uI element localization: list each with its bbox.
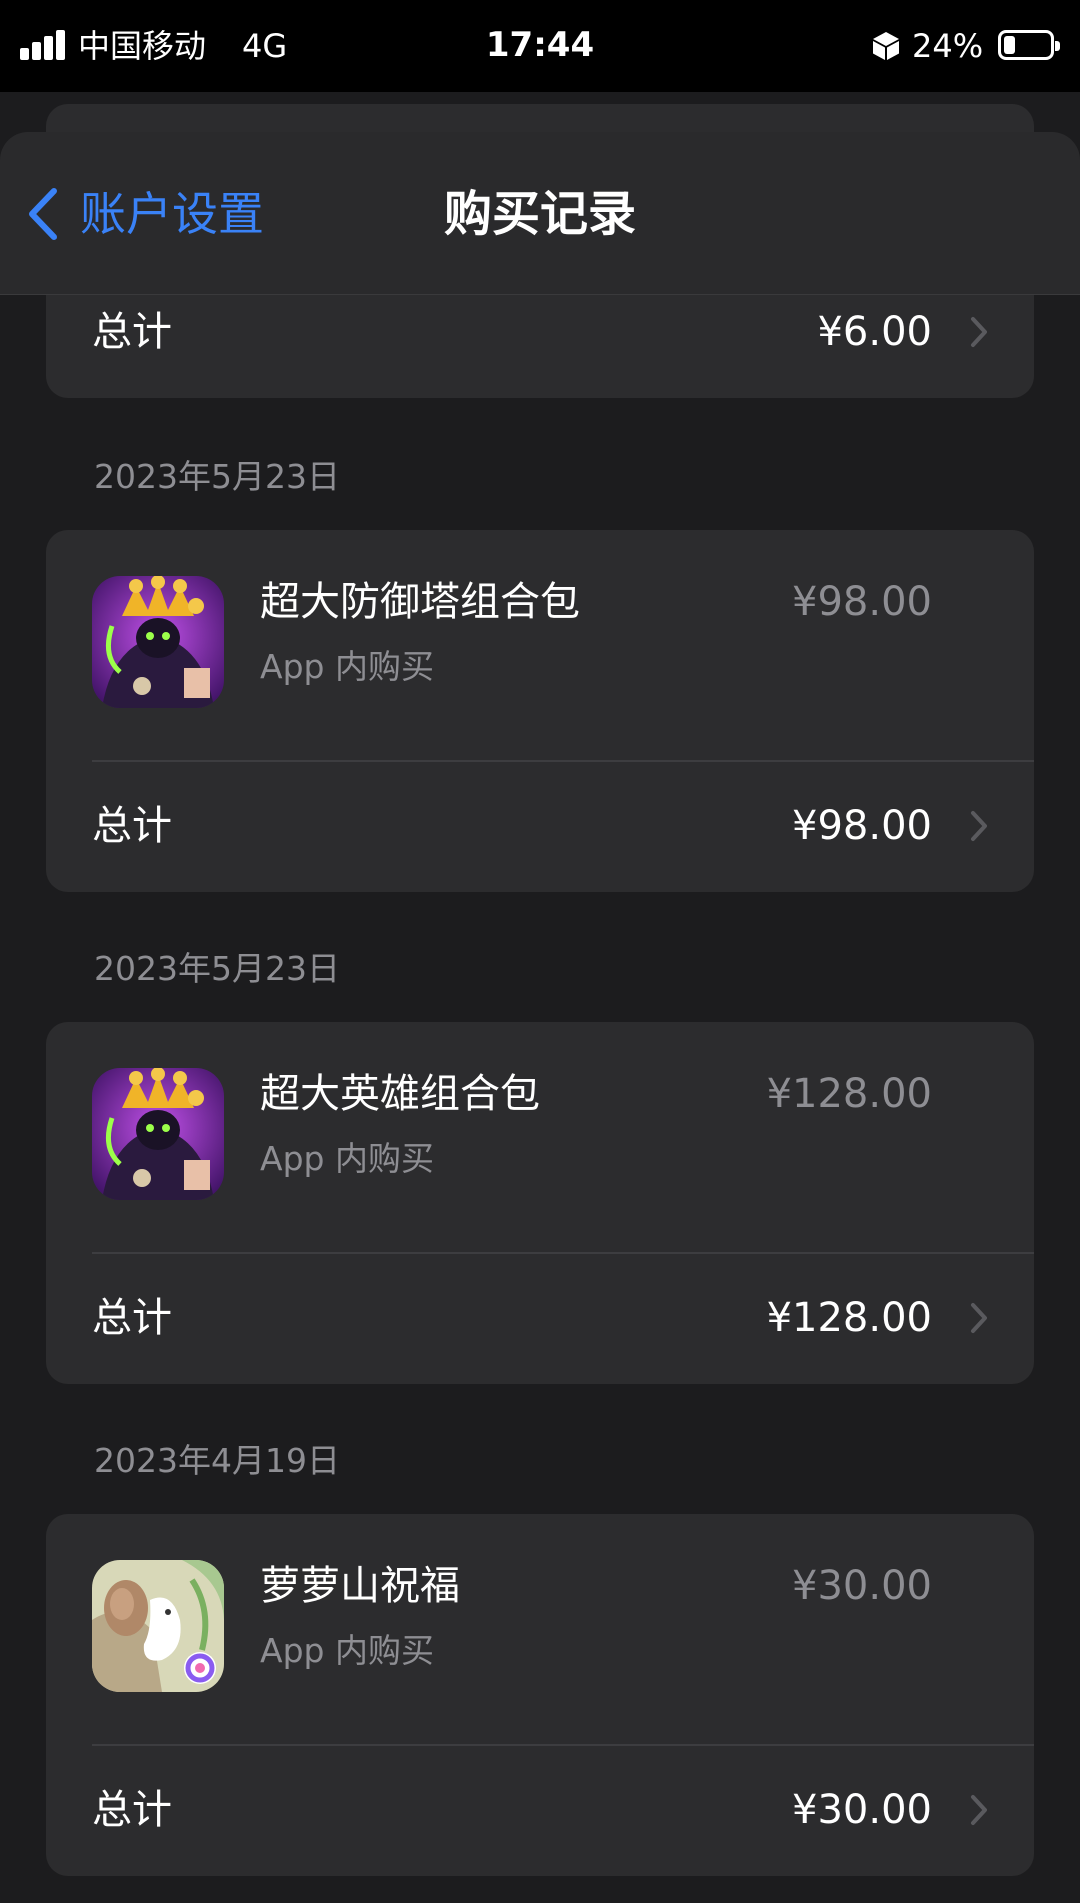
purchase-subtitle: App 内购买	[260, 647, 434, 686]
chevron-right-icon	[971, 811, 987, 841]
chevron-right-icon	[971, 317, 987, 347]
status-bar: 中国移动 4G 17:44 24%	[0, 0, 1080, 92]
total-label: 总计	[92, 803, 172, 849]
total-row[interactable]: 总计 ¥98.00	[46, 762, 1034, 892]
date-header: 2023年4月19日	[94, 1441, 340, 1480]
purchase-item-row[interactable]: 超大英雄组合包 App 内购买 ¥128.00	[46, 1022, 1034, 1252]
total-amount: ¥30.00	[792, 1787, 932, 1833]
navigation-bar: 账户设置 购买记录	[0, 132, 1080, 295]
purchase-title: 萝萝山祝福	[260, 1563, 460, 1609]
battery-icon	[998, 30, 1060, 60]
total-row[interactable]: 总计 ¥128.00	[46, 1254, 1034, 1384]
purchase-list[interactable]: 总计 ¥6.00 2023年5月23日 超大防御塔组合包 App 内购买 ¥98…	[0, 132, 1080, 1903]
total-label: 总计	[92, 1295, 172, 1341]
purchase-subtitle: App 内购买	[260, 1139, 434, 1178]
purchase-subtitle: App 内购买	[260, 1631, 434, 1670]
purchase-history-screen: 中国移动 4G 17:44 24% 总计 ¥6.00 2023年5月23日 超大…	[0, 0, 1080, 1903]
purchase-item-row[interactable]: 超大防御塔组合包 App 内购买 ¥98.00	[46, 530, 1034, 760]
purchase-card: 超大防御塔组合包 App 内购买 ¥98.00 总计 ¥98.00	[46, 530, 1034, 892]
total-amount: ¥98.00	[792, 803, 932, 849]
purchase-card: 萝萝山祝福 App 内购买 ¥30.00 总计 ¥30.00	[46, 1514, 1034, 1876]
battery-percentage: 24%	[912, 27, 984, 65]
purchase-history-sheet: 总计 ¥6.00 2023年5月23日 超大防御塔组合包 App 内购买 ¥98…	[0, 132, 1080, 1903]
chevron-right-icon	[971, 1795, 987, 1825]
total-amount: ¥128.00	[766, 1295, 932, 1341]
cube-icon	[873, 32, 899, 60]
page-title: 购买记录	[443, 186, 636, 242]
purchase-price: ¥128.00	[766, 1071, 932, 1117]
battery-level-fill	[1004, 36, 1015, 54]
purchase-price: ¥30.00	[792, 1563, 932, 1609]
purchase-title: 超大防御塔组合包	[260, 579, 580, 625]
total-row[interactable]: 总计 ¥30.00	[46, 1746, 1034, 1876]
purchase-item-row[interactable]: 萝萝山祝福 App 内购买 ¥30.00	[46, 1514, 1034, 1744]
kingdom-rush-icon	[92, 576, 224, 708]
chevron-right-icon	[971, 1303, 987, 1333]
total-label: 总计	[92, 309, 172, 355]
purchase-title: 超大英雄组合包	[260, 1071, 540, 1117]
date-header: 2023年5月23日	[94, 949, 340, 988]
total-label: 总计	[92, 1787, 172, 1833]
luoluo-mountain-icon	[92, 1560, 224, 1692]
date-header: 2023年5月23日	[94, 457, 340, 496]
total-amount: ¥6.00	[817, 309, 932, 355]
kingdom-rush-icon	[92, 1068, 224, 1200]
purchase-price: ¥98.00	[792, 579, 932, 625]
purchase-card: 超大英雄组合包 App 内购买 ¥128.00 总计 ¥128.00	[46, 1022, 1034, 1384]
